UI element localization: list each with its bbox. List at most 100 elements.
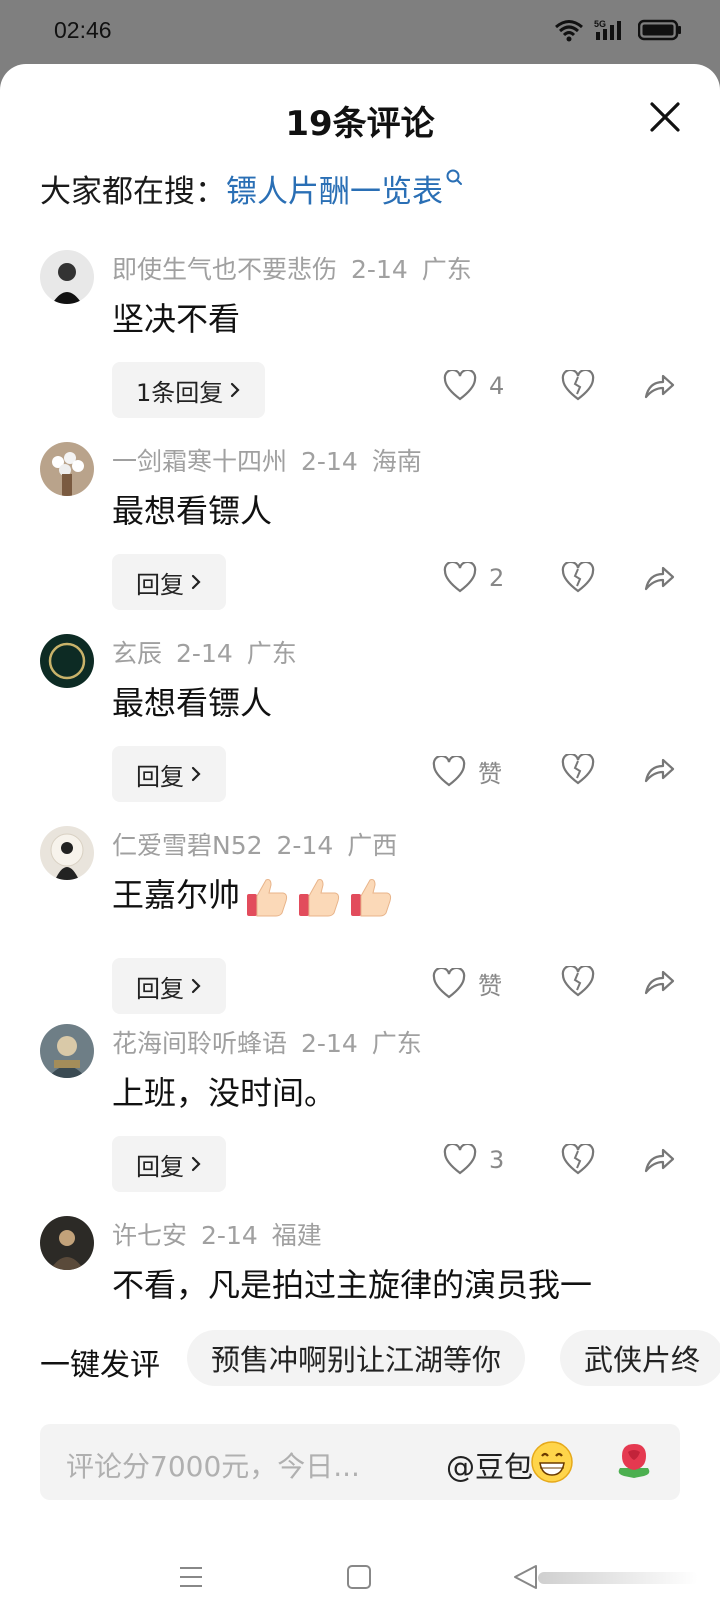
reply-label: 回复 xyxy=(136,974,184,1003)
dislike-icon[interactable] xyxy=(561,562,595,594)
signal-5g-icon: 5G xyxy=(594,19,621,40)
like-button[interactable]: 赞 xyxy=(432,966,502,1001)
status-time: 02:46 xyxy=(54,17,112,43)
avatar[interactable] xyxy=(40,826,94,880)
comment-meta: 即使生气也不要悲伤 2-14 广东 xyxy=(112,250,486,286)
comment-date: 2-14 xyxy=(201,1221,258,1250)
back-icon[interactable] xyxy=(512,1564,702,1590)
search-icon xyxy=(446,169,462,185)
quick-comment-label: 一键发评 xyxy=(40,1348,160,1383)
comment-input[interactable]: 评论分7000元，今日... @豆包 xyxy=(40,1424,680,1500)
trending-search: 大家都在搜：镖人片酬一览表 xyxy=(40,166,463,211)
reply-button[interactable]: 回复 xyxy=(112,958,226,1014)
mention-doubao-button[interactable]: @豆包 xyxy=(446,1444,533,1486)
comment-username[interactable]: 仁爱雪碧N52 xyxy=(112,831,263,860)
comment-username[interactable]: 许七安 xyxy=(112,1221,187,1250)
reply-button[interactable]: 回复 xyxy=(112,1136,226,1192)
comment-item: 许七安 2-14 福建 不看，凡是拍过主旋律的演员我一 xyxy=(0,1216,720,1320)
heart-icon xyxy=(443,370,477,401)
comment-meta: 玄辰 2-14 广东 xyxy=(112,634,311,670)
like-count: 赞 xyxy=(478,972,502,1000)
dislike-icon[interactable] xyxy=(561,966,595,998)
comment-meta: 仁爱雪碧N52 2-14 广西 xyxy=(112,826,411,862)
close-icon[interactable] xyxy=(648,100,682,134)
trending-search-link[interactable]: 镖人片酬一览表 xyxy=(226,174,443,210)
comment-region: 海南 xyxy=(371,447,422,476)
system-nav-bar xyxy=(0,1542,720,1612)
wifi-icon xyxy=(555,20,583,42)
share-icon[interactable] xyxy=(642,562,676,594)
reply-label: 1条回复 xyxy=(136,378,224,407)
avatar[interactable] xyxy=(40,250,94,304)
home-icon[interactable] xyxy=(346,1564,372,1590)
dislike-icon[interactable] xyxy=(561,370,595,402)
comment-region: 广东 xyxy=(246,639,297,668)
reply-button[interactable]: 回复 xyxy=(112,554,226,610)
comment-meta: 许七安 2-14 福建 xyxy=(112,1216,336,1252)
quick-comment-chip[interactable]: 武侠片终 xyxy=(560,1330,720,1386)
comment-date: 2-14 xyxy=(301,1029,358,1058)
share-icon[interactable] xyxy=(642,966,676,998)
thumbs-up-emojis xyxy=(244,874,394,920)
heart-icon xyxy=(443,1144,477,1175)
comment-text: 上班，没时间。 xyxy=(112,1074,337,1112)
heart-icon xyxy=(443,562,477,593)
comment-item: 花海间聆听蜂语 2-14 广东 上班，没时间。 回复 3 xyxy=(0,1024,720,1214)
comment-sheet: 19条评论 大家都在搜：镖人片酬一览表 即使生气也不要悲伤 2-14 广东 坚决不看… xyxy=(0,64,720,1612)
reply-button[interactable]: 1条回复 xyxy=(112,362,266,418)
status-bar: 02:46 5G xyxy=(0,0,720,64)
quick-comment-row: 一键发评 预售冲啊别让江湖等你 武侠片终 xyxy=(0,1330,720,1386)
grin-emoji-icon[interactable] xyxy=(530,1440,574,1484)
comment-username[interactable]: 一剑霜寒十四州 xyxy=(112,447,287,476)
reply-label: 回复 xyxy=(136,1152,184,1181)
quick-comment-chip[interactable]: 预售冲啊别让江湖等你 xyxy=(187,1330,526,1386)
avatar[interactable] xyxy=(40,442,94,496)
comment-text: 王嘉尔帅 xyxy=(112,870,394,920)
comment-region: 广西 xyxy=(347,831,398,860)
reply-label: 回复 xyxy=(136,570,184,599)
share-icon[interactable] xyxy=(642,754,676,786)
heart-icon xyxy=(432,967,466,998)
comment-text: 不看，凡是拍过主旋律的演员我一 xyxy=(112,1266,593,1304)
comment-username[interactable]: 花海间聆听蜂语 xyxy=(112,1029,287,1058)
like-button[interactable]: 2 xyxy=(443,562,504,594)
share-icon[interactable] xyxy=(642,1144,676,1176)
chevron-right-icon xyxy=(191,978,201,994)
rose-emoji-icon[interactable] xyxy=(612,1438,656,1484)
avatar[interactable] xyxy=(40,634,94,688)
reply-button[interactable]: 回复 xyxy=(112,746,226,802)
comment-date: 2-14 xyxy=(176,639,233,668)
like-count: 2 xyxy=(489,564,505,592)
avatar[interactable] xyxy=(40,1216,94,1270)
like-count: 赞 xyxy=(478,760,502,788)
comment-date: 2-14 xyxy=(351,255,408,284)
avatar[interactable] xyxy=(40,1024,94,1078)
trending-search-prefix: 大家都在搜： xyxy=(40,174,226,210)
comment-text: 最想看镖人 xyxy=(112,492,273,530)
comment-item: 一剑霜寒十四州 2-14 海南 最想看镖人 回复 2 xyxy=(0,442,720,632)
comment-date: 2-14 xyxy=(276,831,334,860)
menu-icon[interactable] xyxy=(178,1564,204,1590)
thumbs-up-emoji-icon xyxy=(351,879,392,917)
dislike-icon[interactable] xyxy=(561,1144,595,1176)
like-button[interactable]: 4 xyxy=(443,370,504,402)
reply-label: 回复 xyxy=(136,762,184,791)
sheet-title: 19条评论 xyxy=(285,104,435,144)
dislike-icon[interactable] xyxy=(561,754,595,786)
heart-icon xyxy=(432,755,466,786)
comment-username[interactable]: 即使生气也不要悲伤 xyxy=(112,255,337,284)
like-button[interactable]: 赞 xyxy=(432,754,502,789)
comment-date: 2-14 xyxy=(301,447,358,476)
chevron-right-icon xyxy=(191,766,201,782)
comment-meta: 一剑霜寒十四州 2-14 海南 xyxy=(112,442,436,478)
share-icon[interactable] xyxy=(642,370,676,402)
comment-item: 仁爱雪碧N52 2-14 广西 王嘉尔帅 回复 赞 xyxy=(0,826,720,1016)
comment-username[interactable]: 玄辰 xyxy=(112,639,162,668)
like-button[interactable]: 3 xyxy=(443,1144,504,1176)
chevron-right-icon xyxy=(191,1156,201,1172)
comment-text: 最想看镖人 xyxy=(112,684,273,722)
comment-input-placeholder: 评论分7000元，今日... xyxy=(66,1450,360,1483)
status-icons: 5G xyxy=(554,18,682,42)
comment-text: 坚决不看 xyxy=(112,300,241,338)
thumbs-up-emoji-icon xyxy=(247,879,288,917)
